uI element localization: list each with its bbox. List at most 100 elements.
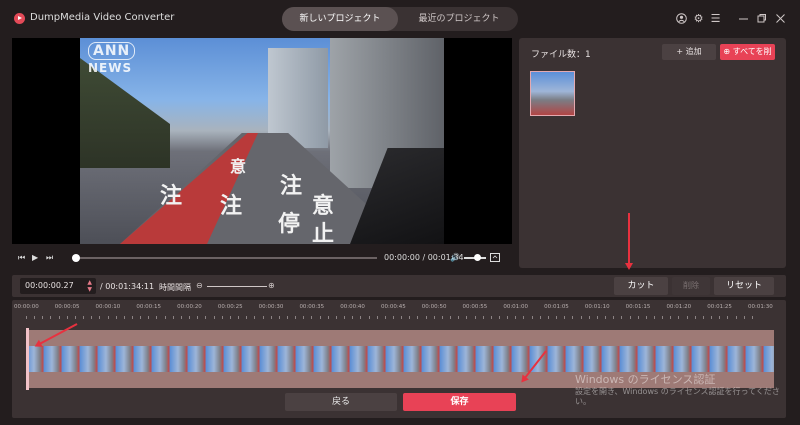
timeline-tick <box>441 316 443 319</box>
app-title: DumpMedia Video Converter <box>30 12 175 23</box>
timeline-tick <box>482 316 484 319</box>
timeline-tick-label: 00:00:15 <box>136 304 162 310</box>
timeline-tick <box>335 316 337 319</box>
timeline-tick <box>180 316 182 319</box>
timeline-tick <box>393 316 394 319</box>
time-stepper-icon[interactable]: ▲ ▼ <box>87 279 92 293</box>
timeline-tick <box>164 316 166 319</box>
timeline-tick-label: 00:01:10 <box>584 304 610 310</box>
player-controls: ⏮ ▶ ⏭ 00:00:00 / 00:01:34 🔊 <box>12 248 512 268</box>
volume-icon[interactable]: 🔊 <box>450 253 460 263</box>
timeline-tick-label: 00:00:45 <box>381 304 406 310</box>
timeline-tick <box>621 316 623 319</box>
timeline-tick <box>270 316 272 319</box>
windows-activation-watermark: Windows のライセンス認証 設定を開き、Windows のライセンス認証を… <box>575 373 780 407</box>
timeline-tick <box>474 316 476 319</box>
timeline-tick <box>645 316 647 319</box>
timeline-tick <box>74 316 76 319</box>
timeline-tick <box>458 316 460 319</box>
timeline-tick-label: 00:01:30 <box>748 304 773 310</box>
menu-icon[interactable]: ☰ <box>710 13 721 24</box>
timeline-tick <box>719 316 721 319</box>
timeline-tick <box>409 316 411 319</box>
minimize-icon[interactable] <box>738 13 749 24</box>
timeline-tick <box>246 316 248 319</box>
timeline-tick <box>189 316 191 319</box>
timeline-panel: 00:00:00 00:00:05 00:00:10 00:00:15 00:00:20… <box>12 300 786 418</box>
timeline-tick-label: 00:01:00 <box>503 304 529 310</box>
delete-all-button[interactable]: ⊕ すべてを削 <box>720 44 775 60</box>
timeline-tick <box>254 316 256 319</box>
user-icon[interactable] <box>676 13 687 24</box>
road-text: 停 <box>278 211 301 237</box>
timeline-tick-label: 00:00:40 <box>340 304 365 310</box>
add-file-button[interactable]: + 追加 <box>662 44 716 60</box>
volume-handle[interactable] <box>474 254 482 261</box>
ann-logo-text: ANN <box>88 42 136 60</box>
timeline-tick-label: 00:00:50 <box>421 304 447 310</box>
watermark-title: Windows のライセンス認証 <box>575 373 716 386</box>
timeline-tick <box>66 316 68 319</box>
timeline-tick <box>588 316 590 319</box>
timeline-tick <box>596 316 598 319</box>
timeline-tick <box>662 316 664 319</box>
timeline-tick <box>286 316 288 319</box>
timeline-tick <box>499 316 501 319</box>
play-icon[interactable]: ▶ <box>32 253 38 263</box>
timeline-tick <box>490 316 492 319</box>
timeline-tick <box>83 316 85 319</box>
file-thumbnail[interactable] <box>530 71 575 116</box>
annotation-arrow-cut <box>628 213 630 268</box>
timeline-tick <box>564 316 566 319</box>
timeline-tick-label: 00:00:05 <box>54 304 80 310</box>
gear-icon[interactable]: ⚙ <box>693 13 704 24</box>
seek-handle[interactable] <box>72 254 80 262</box>
timeline-tick <box>319 316 321 319</box>
tab-recent-projects[interactable]: 最近のプロジェクト <box>400 7 518 31</box>
video-preview[interactable]: 注 注 意 注 意 停 止 ANN NEWS <box>12 38 512 244</box>
skip-back-icon[interactable]: ⏮ <box>18 253 25 263</box>
tab-new-project[interactable]: 新しいプロジェクト <box>282 7 398 31</box>
zoom-slider[interactable] <box>207 286 267 287</box>
timeline-tick <box>115 316 117 319</box>
interval-label: 時間間隔 <box>159 283 191 292</box>
timeline-tick <box>34 316 36 319</box>
timeline-tick <box>262 316 264 319</box>
cut-button[interactable]: カット <box>614 277 668 295</box>
timeline-tick <box>278 316 280 319</box>
timeline-tick <box>213 316 215 319</box>
zoom-in-icon[interactable]: ⊕ <box>268 281 275 290</box>
zoom-out-icon[interactable]: ⊖ <box>196 281 203 290</box>
timeline-tick <box>344 316 346 319</box>
title-bar: DumpMedia Video Converter 新しいプロジェクト 最近のプ… <box>0 0 800 36</box>
timeline-tick <box>229 316 231 319</box>
timeline-tick <box>311 316 313 319</box>
skip-forward-icon[interactable]: ⏭ <box>46 253 53 263</box>
road-text: 注 <box>160 183 183 209</box>
start-time-input[interactable]: 00:00:00.27 ▲ ▼ <box>20 278 96 294</box>
timeline-tick <box>711 316 713 319</box>
timeline-tick <box>197 316 199 319</box>
maximize-icon[interactable] <box>756 13 767 24</box>
seek-bar[interactable] <box>72 254 377 262</box>
timeline-tick <box>613 316 615 319</box>
timeline-tick <box>58 316 60 319</box>
timeline-tick <box>735 316 737 319</box>
close-icon[interactable] <box>775 13 786 24</box>
timeline-tick <box>401 316 403 319</box>
save-button[interactable]: 保存 <box>403 393 516 411</box>
fullscreen-icon[interactable] <box>490 253 500 265</box>
timeline-playhead[interactable] <box>26 328 29 390</box>
delete-all-label: すべてを削 <box>732 47 772 56</box>
timeline-tick-label: 00:00:55 <box>462 304 488 310</box>
news-logo-text: NEWS <box>88 61 133 75</box>
project-tabs: 新しいプロジェクト 最近のプロジェクト <box>282 7 518 31</box>
timeline-tick-label: 00:01:15 <box>625 304 651 310</box>
reset-button[interactable]: リセット <box>714 277 774 295</box>
timeline-tick <box>99 316 101 319</box>
volume-slider[interactable] <box>464 254 486 261</box>
timeline-tick <box>156 316 158 319</box>
back-button[interactable]: 戻る <box>285 393 397 411</box>
road-text: 注 <box>220 193 243 219</box>
delete-button[interactable]: 削除 <box>672 277 710 295</box>
